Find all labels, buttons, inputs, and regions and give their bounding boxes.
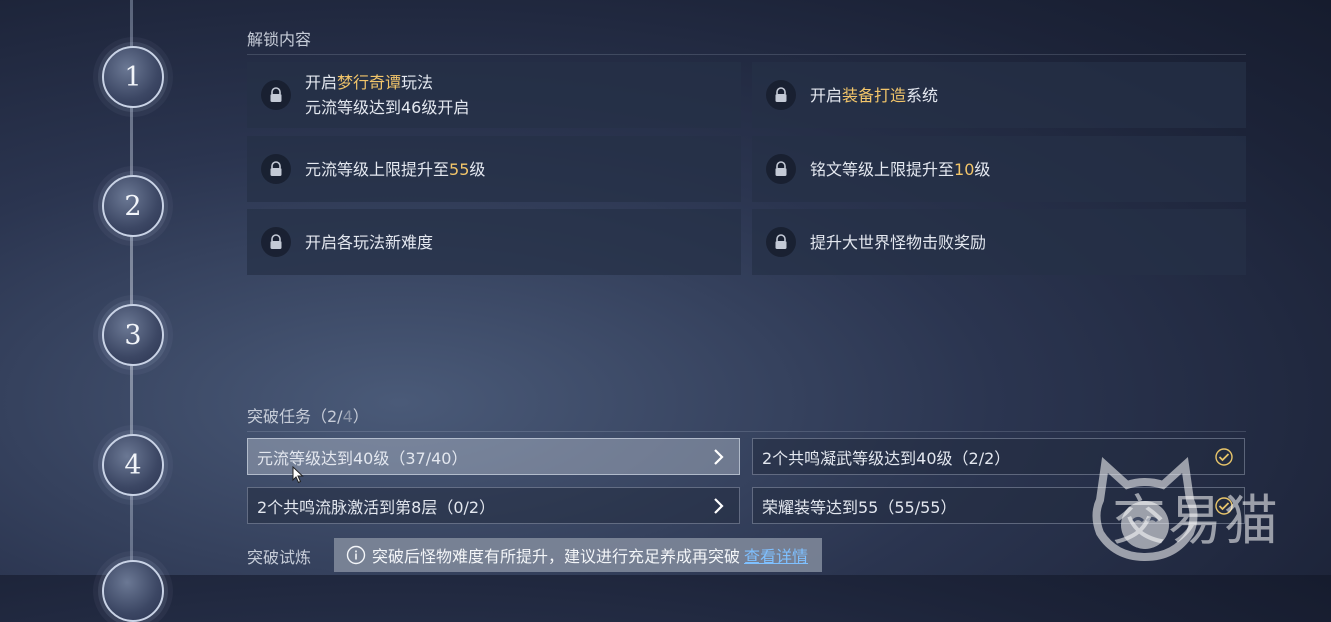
unlock-text: 玩法 (401, 73, 434, 92)
unlock-text: 提升大世界怪物击败奖励 (810, 232, 987, 252)
watermark-text: 交易猫 (1112, 489, 1280, 552)
task-label: 荣耀装等达到55（55/55） (762, 497, 957, 517)
cursor-icon (292, 466, 304, 484)
lock-icon (261, 154, 291, 184)
tasks-title-text: 突破任务（2/ (247, 407, 343, 426)
unlock-highlight: 55 (449, 159, 470, 179)
lock-icon (261, 80, 291, 110)
unlock-title: 解锁内容 (247, 30, 312, 49)
unlock-text: 级 (469, 159, 486, 179)
unlock-item: 铭文等级上限提升至10级 (752, 136, 1246, 202)
task-item[interactable]: 元流等级达到40级（37/40） (247, 438, 740, 475)
unlock-text: 开启 (810, 85, 843, 105)
unlock-text: 系统 (906, 85, 939, 105)
lock-icon (766, 154, 796, 184)
info-icon (346, 545, 366, 565)
lock-icon (261, 227, 291, 257)
task-label: 2个共鸣凝武等级达到40级（2/2） (762, 448, 1011, 468)
unlock-highlight: 装备打造 (842, 85, 907, 105)
stage-number: 1 (124, 61, 142, 93)
stage-node-5[interactable] (102, 560, 164, 622)
unlock-text: 开启各玩法新难度 (305, 232, 434, 252)
unlock-item: 提升大世界怪物击败奖励 (752, 209, 1246, 275)
stage-node-2[interactable]: 2 (102, 175, 164, 237)
stage-node-1[interactable]: 1 (102, 46, 164, 108)
task-label: 2个共鸣流脉激活到第8层（0/2） (257, 497, 496, 517)
unlock-item: 开启装备打造系统 (752, 62, 1246, 128)
tooltip: 突破后怪物难度有所提升，建议进行充足养成再突破 查看详情 (334, 538, 823, 572)
stage-number: 4 (124, 449, 142, 481)
tooltip-text: 突破后怪物难度有所提升，建议进行充足养成再突破 (372, 547, 741, 566)
tasks-title-text: ） (352, 407, 369, 426)
stage-number: 2 (124, 190, 142, 222)
trial-title: 突破试炼 (247, 548, 312, 567)
chevron-right-icon (709, 496, 729, 516)
unlock-highlight: 10 (954, 159, 975, 179)
unlock-condition: 元流等级达到46级开启 (305, 98, 470, 117)
tasks-total: 4 (342, 407, 353, 426)
task-label: 元流等级达到40级（37/40） (257, 448, 468, 468)
unlock-text: 开启 (305, 73, 338, 92)
unlock-text: 元流等级上限提升至 (305, 159, 450, 179)
unlock-text: 级 (974, 159, 991, 179)
task-item[interactable]: 2个共鸣流脉激活到第8层（0/2） (247, 487, 740, 524)
divider (247, 54, 1246, 55)
divider (247, 431, 1246, 432)
unlock-item: 元流等级上限提升至55级 (247, 136, 741, 202)
view-details-link[interactable]: 查看详情 (744, 543, 808, 567)
tasks-title: 突破任务（2/4） (247, 403, 369, 427)
stage-node-4[interactable]: 4 (102, 434, 164, 496)
unlock-text: 铭文等级上限提升至 (810, 159, 955, 179)
stage-node-3[interactable]: 3 (102, 304, 164, 366)
stage-number: 3 (124, 319, 142, 351)
lock-icon (766, 80, 796, 110)
lock-icon (766, 227, 796, 257)
unlock-highlight: 梦行奇谭 (337, 73, 402, 92)
chevron-right-icon (709, 447, 729, 467)
unlock-item: 开启梦行奇谭玩法 元流等级达到46级开启 (247, 62, 741, 128)
unlock-item: 开启各玩法新难度 (247, 209, 741, 275)
